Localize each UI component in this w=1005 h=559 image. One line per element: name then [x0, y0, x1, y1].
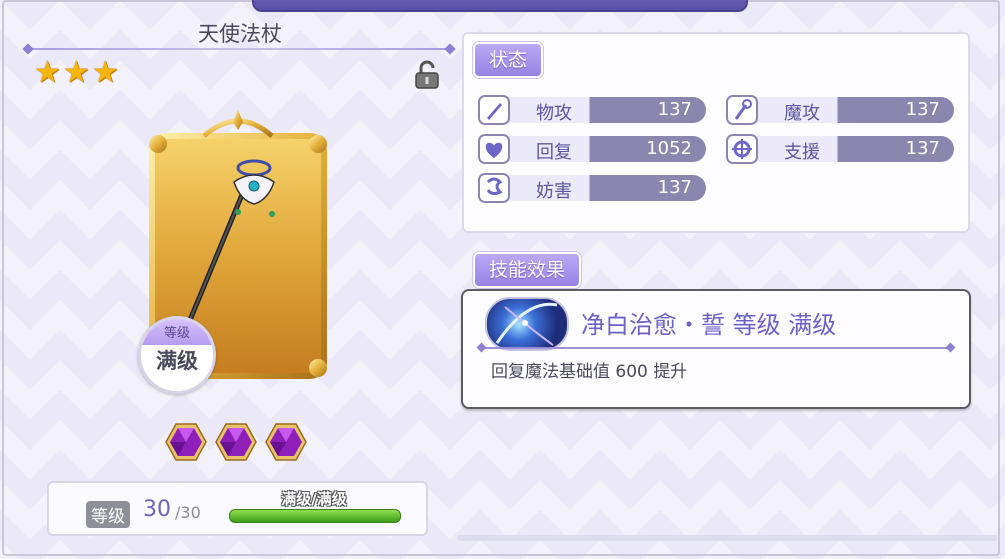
- wand-icon: [726, 95, 758, 125]
- stat-recovery: 回复 1052: [476, 133, 706, 165]
- level-max: /30: [175, 503, 201, 522]
- star-icon: ★: [91, 55, 119, 90]
- stat-value: 1052: [646, 138, 692, 159]
- stat-label: 物攻: [536, 103, 572, 124]
- item-name: 天使法杖: [198, 22, 282, 46]
- stat-debuff: 妨害 137: [476, 172, 706, 204]
- gem-icon[interactable]: [215, 422, 257, 462]
- top-tab: [252, 0, 748, 12]
- gem-icon[interactable]: [265, 422, 307, 462]
- stat-value: 137: [905, 138, 940, 159]
- level-badge: 等级 满级: [138, 316, 216, 394]
- sword-icon: [478, 95, 510, 125]
- status-title: 状态: [473, 42, 544, 78]
- stat-value: 137: [657, 177, 692, 198]
- stat-label: 妨害: [536, 181, 572, 202]
- level-label: 等级: [86, 501, 130, 528]
- level-current: 30: [143, 497, 171, 522]
- stat-physical-attack: 物攻 137: [476, 94, 706, 126]
- skill-panel[interactable]: 净白治愈・誓 等级 满级 回复魔法基础值 600 提升: [461, 289, 971, 409]
- name-divider: [28, 48, 450, 50]
- skill-divider: [481, 347, 951, 349]
- stat-value: 137: [905, 99, 940, 120]
- lock-icon[interactable]: [413, 60, 441, 90]
- stat-magic-attack: 魔攻 137: [724, 94, 954, 126]
- stat-label: 支援: [784, 142, 820, 163]
- level-progress-bar: [229, 509, 401, 523]
- scrollbar-track[interactable]: [457, 535, 997, 541]
- gem-slots: [165, 422, 307, 462]
- rarity-stars: ★ ★ ★: [34, 58, 119, 88]
- star-icon: ★: [62, 55, 90, 90]
- stat-value: 137: [657, 99, 692, 120]
- skill-icon: [485, 297, 569, 351]
- skill-name: 净白治愈・誓 等级 满级: [581, 311, 837, 339]
- skill-description: 回复魔法基础值 600 提升: [491, 362, 688, 382]
- heal-icon: [478, 134, 510, 164]
- support-icon: [726, 134, 758, 164]
- debuff-icon: [478, 173, 510, 203]
- stat-support: 支援 137: [724, 133, 954, 165]
- stat-label: 魔攻: [784, 103, 820, 124]
- star-icon: ★: [34, 55, 61, 90]
- stat-label: 回复: [536, 142, 572, 163]
- gem-icon[interactable]: [165, 422, 207, 462]
- level-bar-text: 满级/满级: [281, 490, 347, 508]
- level-badge-value: 满级: [156, 349, 198, 373]
- skill-section-title: 技能效果: [473, 252, 582, 288]
- level-box: 等级 30 /30 满级/满级: [47, 481, 428, 536]
